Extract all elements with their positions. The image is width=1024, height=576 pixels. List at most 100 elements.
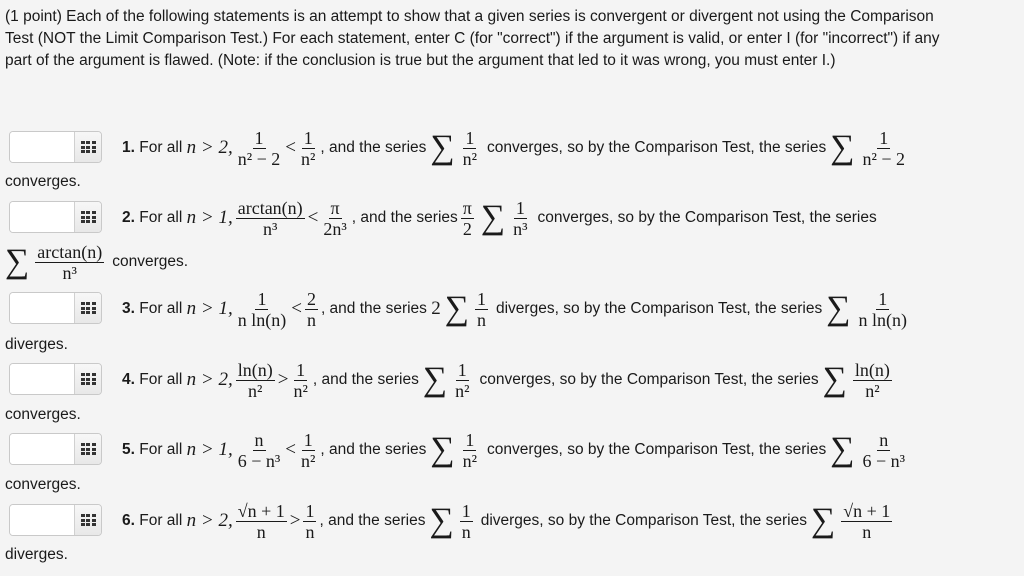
label: For all: [139, 209, 183, 226]
statement-4-text: 4. For all n > 2, ln(n) n² > 1 n² , and th…: [122, 359, 895, 401]
target-fraction: arctan(n) n³: [35, 241, 105, 283]
label: , and the series: [312, 371, 419, 388]
coefficient-fraction: π2: [460, 198, 474, 239]
numerator: 1: [876, 288, 890, 310]
denominator: n² − 2: [237, 148, 281, 169]
numerator: π: [328, 197, 342, 219]
grid-palette-icon: [80, 211, 96, 223]
label: diverges,: [495, 300, 559, 317]
denominator: n²: [293, 380, 308, 401]
numerator: 1: [474, 288, 488, 310]
answer-input-6[interactable]: [10, 505, 74, 535]
numerator: arctan(n): [35, 241, 105, 263]
grid-palette-icon: [80, 514, 96, 526]
numerator: 1: [303, 500, 317, 522]
label: so by the Comparison Test, the series: [617, 209, 877, 226]
sigma-icon: ∑: [430, 129, 455, 166]
denominator: n: [306, 309, 316, 330]
numerator: 1: [294, 359, 308, 381]
label: , and the series: [320, 441, 427, 458]
statement-number: 3.: [122, 300, 135, 317]
numerator: 1: [463, 429, 477, 451]
rhs-fraction: 1 n²: [299, 128, 317, 169]
answer-box-1: [9, 131, 102, 163]
denominator: n² − 2: [862, 148, 906, 169]
sigma-icon: ∑: [430, 431, 455, 468]
sigma-icon: ∑: [822, 361, 847, 398]
statement-2-conclusion: ∑ arctan(n) n³ converges.: [5, 240, 188, 284]
palette-button-6[interactable]: [74, 505, 101, 535]
numerator: 1: [877, 127, 891, 149]
palette-button-3[interactable]: [74, 293, 101, 323]
label: converges,: [487, 139, 563, 156]
condition: n > 2,: [186, 369, 233, 390]
target-fraction: ln(n) n²: [852, 359, 892, 401]
grid-palette-icon: [80, 373, 96, 385]
conclusion-text: converges.: [112, 253, 189, 270]
answer-input-3[interactable]: [10, 293, 74, 323]
numerator: n: [877, 429, 891, 451]
palette-button-1[interactable]: [74, 132, 101, 162]
statement-3-conclusion: diverges.: [5, 336, 68, 353]
denominator: n²: [462, 450, 478, 471]
answer-input-2[interactable]: [10, 202, 74, 232]
rhs-fraction: 1 n²: [291, 360, 309, 401]
numerator: ln(n): [235, 359, 275, 381]
condition: n > 2,: [186, 510, 233, 531]
numerator: 1: [459, 500, 473, 522]
condition: n > 1,: [186, 298, 233, 319]
target-fraction: 1n ln(n): [857, 289, 910, 330]
numerator: arctan(n): [235, 197, 305, 219]
answer-input-1[interactable]: [10, 132, 74, 162]
rhs-fraction: π 2n³: [321, 198, 348, 239]
rhs-fraction: 1n: [303, 500, 317, 542]
denominator: n²: [462, 148, 478, 169]
denominator: n²: [301, 148, 316, 169]
numerator: √n + 1: [841, 500, 893, 522]
label: , and the series: [319, 512, 426, 529]
answer-box-6: [9, 504, 102, 536]
instructions-line-1: (1 point) Each of the following statemen…: [5, 8, 934, 25]
problem-page: (1 point) Each of the following statemen…: [0, 0, 1024, 576]
denominator: n³: [513, 218, 528, 239]
relation: <: [285, 137, 296, 158]
answer-input-4[interactable]: [10, 364, 74, 394]
condition: n > 2,: [186, 137, 233, 158]
numerator: ln(n): [852, 359, 892, 381]
lhs-fraction: 1n ln(n): [236, 289, 289, 330]
denominator: n ln(n): [237, 309, 287, 330]
palette-button-2[interactable]: [74, 202, 101, 232]
label: converges,: [479, 371, 556, 388]
numerator: 1: [513, 197, 527, 219]
relation: <: [307, 207, 319, 228]
statement-1-conclusion: converges.: [5, 173, 81, 190]
target-fraction: 1 n² − 2: [860, 128, 907, 169]
palette-button-4[interactable]: [74, 364, 101, 394]
statement-number: 6.: [122, 512, 135, 529]
label: For all: [139, 441, 183, 458]
numerator: 2: [304, 288, 318, 310]
relation: >: [289, 510, 301, 531]
sigma-icon: ∑: [810, 502, 836, 539]
palette-button-5[interactable]: [74, 434, 101, 464]
answer-box-4: [9, 363, 102, 395]
label: For all: [139, 371, 183, 388]
denominator: n²: [301, 450, 316, 471]
answer-input-5[interactable]: [10, 434, 74, 464]
denominator: n: [305, 521, 315, 542]
denominator: n²: [455, 380, 470, 401]
sigma-icon: ∑: [830, 129, 855, 166]
denominator: n ln(n): [858, 309, 908, 330]
statement-number: 5.: [122, 441, 135, 458]
denominator: n²: [248, 380, 263, 401]
denominator: n³: [262, 218, 278, 239]
comparison-fraction: 1 n³: [511, 198, 529, 239]
statement-number: 1.: [122, 139, 135, 156]
grid-palette-icon: [80, 302, 96, 314]
sigma-icon: ∑: [422, 361, 448, 398]
lhs-fraction: arctan(n) n³: [235, 197, 305, 239]
answer-box-2: [9, 201, 102, 233]
label: so by the Comparison Test, the series: [563, 300, 823, 317]
grid-palette-icon: [80, 443, 96, 455]
sigma-icon: ∑: [444, 290, 469, 327]
